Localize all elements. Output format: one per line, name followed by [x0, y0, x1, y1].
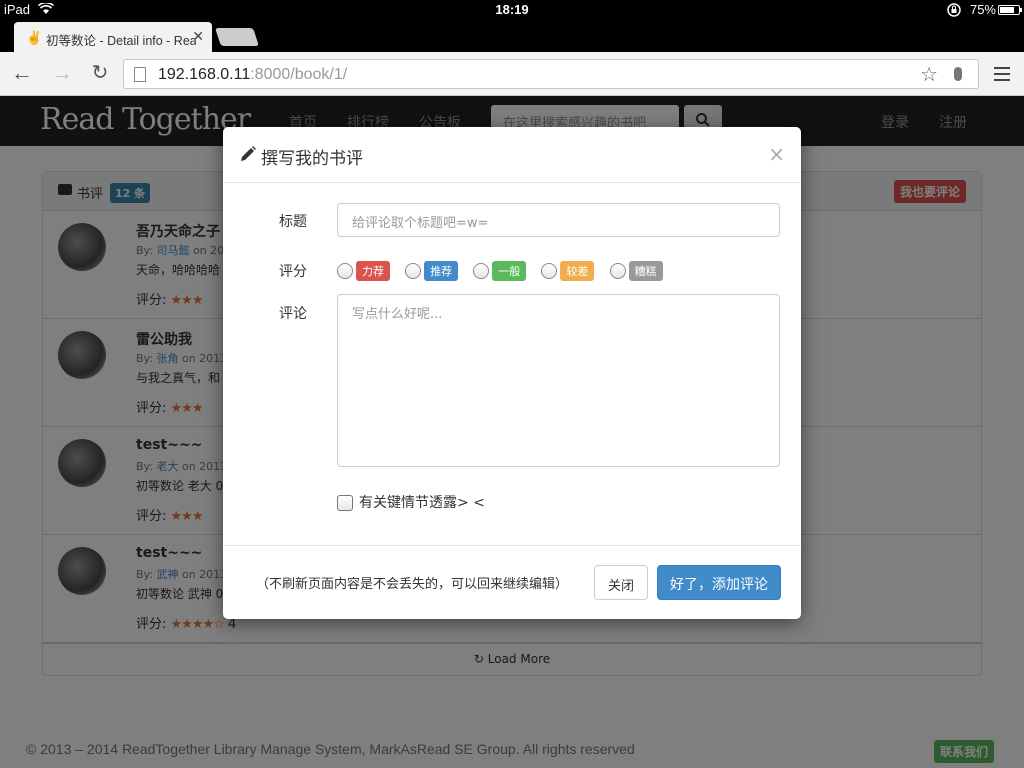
- rating-option-highly-recommend[interactable]: 力荐: [337, 261, 390, 281]
- write-review-modal: 撰写我的书评 × 标题 给评论取个标题吧=w= 评分 力荐 推荐 一般 较差 糟…: [223, 127, 801, 619]
- rating-label-tag: 糟糕: [628, 261, 663, 281]
- device-name: iPad: [4, 2, 31, 17]
- comment-label: 评论: [279, 306, 307, 322]
- rating-label-tag: 较差: [560, 261, 595, 281]
- radio-button[interactable]: [609, 263, 626, 279]
- rating-option-terrible[interactable]: 糟糕: [609, 261, 663, 281]
- tab-title: 初等数论 - Detail info - Rea: [46, 34, 196, 48]
- modal-footer: （不刷新页面内容是不会丢失的，可以回来继续编辑） 关闭 好了，添加评论: [223, 545, 801, 619]
- rotation-lock-icon: [947, 3, 961, 17]
- spoiler-label: 有关键情节透露> <: [359, 495, 485, 511]
- save-hint-text: （不刷新页面内容是不会丢失的，可以回来继续编辑）: [256, 577, 569, 592]
- radio-button[interactable]: [541, 263, 558, 279]
- forward-arrow-icon[interactable]: →: [50, 62, 74, 86]
- pencil-icon: [241, 146, 256, 161]
- new-tab-button[interactable]: [215, 28, 259, 46]
- browser-tab-active[interactable]: ✌ 初等数论 - Detail info - Rea ✕: [14, 22, 212, 52]
- battery-percent: 75%: [969, 2, 996, 17]
- review-comment-textarea[interactable]: 写点什么好呢...: [337, 294, 780, 467]
- radio-button[interactable]: [337, 263, 353, 279]
- browser-tab-strip: ✌ 初等数论 - Detail info - Rea ✕: [0, 20, 1024, 52]
- rating-option-recommend[interactable]: 推荐: [405, 261, 459, 281]
- rating-label-tag: 力荐: [356, 261, 390, 281]
- radio-button[interactable]: [405, 263, 422, 279]
- url-text[interactable]: 192.168.0.11:8000/book/1/: [158, 66, 347, 84]
- wifi-icon: [38, 3, 54, 14]
- review-title-input[interactable]: 给评论取个标题吧=w=: [337, 203, 780, 237]
- modal-title: 撰写我的书评: [261, 149, 363, 169]
- ios-status-bar: iPad 18:19 75%: [0, 0, 1024, 20]
- battery-icon: [998, 5, 1022, 15]
- close-icon[interactable]: ×: [768, 142, 785, 166]
- title-label: 标题: [279, 214, 307, 230]
- reload-icon[interactable]: ↻: [88, 62, 112, 86]
- clock: 18:19: [495, 2, 529, 17]
- rating-option-poor[interactable]: 较差: [541, 261, 595, 281]
- close-button[interactable]: 关闭: [594, 565, 648, 600]
- submit-review-button[interactable]: 好了，添加评论: [657, 565, 781, 600]
- back-arrow-icon[interactable]: ←: [10, 62, 34, 86]
- bookmark-star-icon[interactable]: ☆: [920, 62, 938, 87]
- spoiler-checkbox-row[interactable]: 有关键情节透露> <: [337, 492, 485, 512]
- rating-options: 力荐 推荐 一般 较差 糟糕: [337, 261, 674, 281]
- rabbit-favicon-icon: ✌: [26, 30, 43, 45]
- radio-button[interactable]: [473, 263, 490, 279]
- browser-toolbar: ← → ↻ 192.168.0.11:8000/book/1/ ☆: [0, 52, 1024, 96]
- rating-label-tag: 推荐: [424, 261, 459, 281]
- modal-header: 撰写我的书评 ×: [223, 127, 801, 183]
- menu-icon[interactable]: [994, 67, 1010, 81]
- address-bar[interactable]: 192.168.0.11:8000/book/1/ ☆: [123, 59, 979, 89]
- close-tab-icon[interactable]: ✕: [192, 28, 204, 45]
- rating-label: 评分: [279, 264, 307, 280]
- spoiler-checkbox[interactable]: [337, 495, 353, 511]
- page-icon: [134, 67, 146, 82]
- rating-option-average[interactable]: 一般: [473, 261, 527, 281]
- rating-label-tag: 一般: [492, 261, 527, 281]
- microphone-icon[interactable]: [954, 67, 962, 81]
